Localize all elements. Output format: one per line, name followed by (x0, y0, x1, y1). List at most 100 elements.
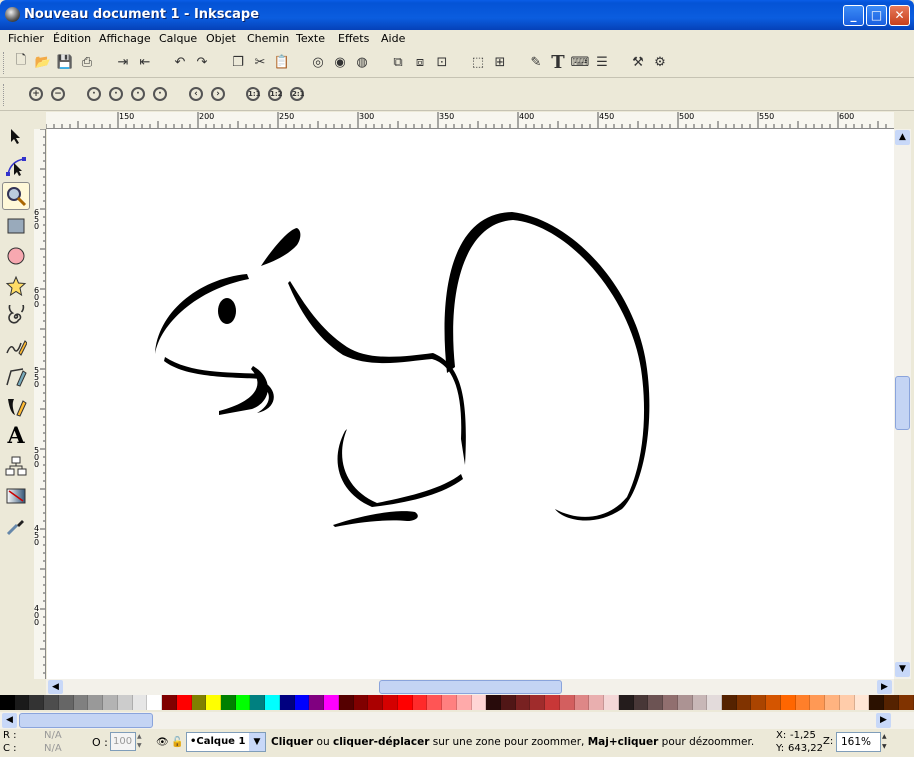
color-swatch[interactable] (751, 695, 767, 710)
new-document-button[interactable]: 🗋 (11, 52, 31, 72)
color-swatch[interactable] (250, 695, 266, 710)
color-swatch[interactable] (147, 695, 163, 710)
color-swatch[interactable] (898, 695, 914, 710)
color-swatch[interactable] (559, 695, 575, 710)
vertical-ruler[interactable]: 650 600 550 500 450 400 (34, 129, 46, 679)
selector-tool[interactable] (2, 122, 30, 150)
color-swatch[interactable] (884, 695, 899, 710)
menu-fichier[interactable]: Fichier (8, 32, 44, 45)
calligraphy-tool[interactable] (2, 392, 30, 420)
color-swatch[interactable] (117, 695, 133, 710)
ellipse-tool[interactable] (2, 242, 30, 270)
menu-chemin[interactable]: Chemin (247, 32, 289, 45)
vertical-scroll-thumb[interactable] (895, 376, 910, 430)
lock-icon[interactable]: 🔓 (171, 737, 183, 748)
color-swatch[interactable] (456, 695, 472, 710)
color-swatch[interactable] (412, 695, 428, 710)
color-swatch[interactable] (265, 695, 280, 710)
menu-aide[interactable]: Aide (381, 32, 405, 45)
color-swatch[interactable] (29, 695, 45, 710)
zoom-page-tb-button[interactable]: · (128, 84, 148, 104)
color-swatch[interactable] (103, 695, 118, 710)
color-swatch[interactable] (427, 695, 443, 710)
color-swatch[interactable] (825, 695, 840, 710)
spiral-tool[interactable] (2, 302, 30, 330)
color-swatch[interactable] (353, 695, 369, 710)
zoom-tool[interactable] (2, 182, 30, 210)
color-swatch[interactable] (73, 695, 89, 710)
cut-button[interactable]: ✂ (250, 52, 270, 72)
opacity-input[interactable]: 100 (110, 732, 136, 751)
redo-button[interactable]: ↷ (192, 52, 212, 72)
text-font-button[interactable]: T (548, 52, 568, 73)
color-swatch[interactable] (530, 695, 546, 710)
palette-scrollbar[interactable]: ◀ ▶ (0, 712, 914, 729)
color-swatch[interactable] (279, 695, 295, 710)
color-swatch[interactable] (515, 695, 531, 710)
color-swatch[interactable] (368, 695, 384, 710)
layer-dropdown[interactable]: •Calque 1 ▼ (186, 732, 266, 752)
menu-texte[interactable]: Texte (296, 32, 325, 45)
scroll-up-button[interactable]: ▲ (895, 130, 910, 145)
zoom-width-button[interactable]: · (150, 84, 170, 104)
color-swatch[interactable] (604, 695, 619, 710)
color-swatch[interactable] (58, 695, 74, 710)
zoom-next-button[interactable]: › (208, 84, 228, 104)
copy-button[interactable]: ❐ (228, 52, 248, 72)
zoom-spinner[interactable]: ▲ ▼ (882, 732, 892, 752)
import-button[interactable]: ⇥ (113, 52, 133, 72)
color-swatch[interactable] (176, 695, 192, 710)
color-swatch[interactable] (324, 695, 339, 710)
color-swatch[interactable] (235, 695, 251, 710)
color-swatch[interactable] (736, 695, 752, 710)
color-swatch[interactable] (397, 695, 413, 710)
minimize-button[interactable]: _ (843, 5, 864, 26)
align-distribute-button[interactable]: ☰ (592, 52, 612, 72)
color-swatch[interactable] (677, 695, 693, 710)
horizontal-ruler[interactable]: 150 200 250 300 350 400 450 500 550 600 (46, 112, 894, 129)
color-swatch[interactable] (221, 695, 236, 710)
undo-button[interactable]: ↶ (170, 52, 190, 72)
export-button[interactable]: ⇤ (135, 52, 155, 72)
paste-button[interactable]: 📋 (272, 52, 292, 72)
text-tool[interactable]: A (2, 422, 30, 450)
menu-edition[interactable]: Édition (53, 32, 91, 45)
color-swatch[interactable] (44, 695, 59, 710)
chevron-down-icon[interactable]: ▼ (249, 733, 265, 751)
zoom-out-button[interactable]: − (48, 84, 68, 104)
save-button[interactable]: 💾 (55, 52, 75, 72)
color-swatch[interactable] (766, 695, 781, 710)
color-swatch[interactable] (338, 695, 354, 710)
color-palette[interactable] (0, 695, 914, 712)
zoom-previous-button[interactable]: ‹ (186, 84, 206, 104)
star-tool[interactable] (2, 272, 30, 300)
menu-effets[interactable]: Effets (338, 32, 369, 45)
unlink-clone-button[interactable]: ⊡ (432, 52, 452, 72)
clone-button[interactable]: ⧈ (410, 52, 430, 72)
dropper-tool[interactable] (2, 512, 30, 540)
palette-scroll-right[interactable]: ▶ (876, 713, 891, 728)
color-swatch[interactable] (810, 695, 826, 710)
zoom-page-button[interactable]: ◍ (352, 52, 372, 72)
zoom-2-1-button[interactable]: 2:1 (287, 84, 307, 104)
color-swatch[interactable] (545, 695, 560, 710)
palette-scroll-left[interactable]: ◀ (2, 713, 17, 728)
duplicate-button[interactable]: ⧉ (388, 52, 408, 72)
drawing-canvas[interactable] (47, 129, 894, 679)
color-swatch[interactable] (471, 695, 487, 710)
pencil-tool[interactable] (2, 332, 30, 360)
horizontal-scrollbar[interactable]: ◀ ▶ (46, 679, 894, 695)
menu-affichage[interactable]: Affichage (99, 32, 151, 45)
color-swatch[interactable] (309, 695, 325, 710)
connector-tool[interactable] (2, 452, 30, 480)
color-swatch[interactable] (162, 695, 177, 710)
maximize-button[interactable]: □ (866, 5, 887, 26)
zoom-drawing-tb-button[interactable]: · (106, 84, 126, 104)
color-swatch[interactable] (648, 695, 664, 710)
rectangle-tool[interactable] (2, 212, 30, 240)
ungroup-button[interactable]: ⊞ (490, 52, 510, 72)
gradient-tool[interactable] (2, 482, 30, 510)
color-swatch[interactable] (88, 695, 104, 710)
xml-editor-button[interactable]: ⌨ (570, 52, 590, 72)
open-button[interactable]: 📂 (33, 52, 53, 72)
